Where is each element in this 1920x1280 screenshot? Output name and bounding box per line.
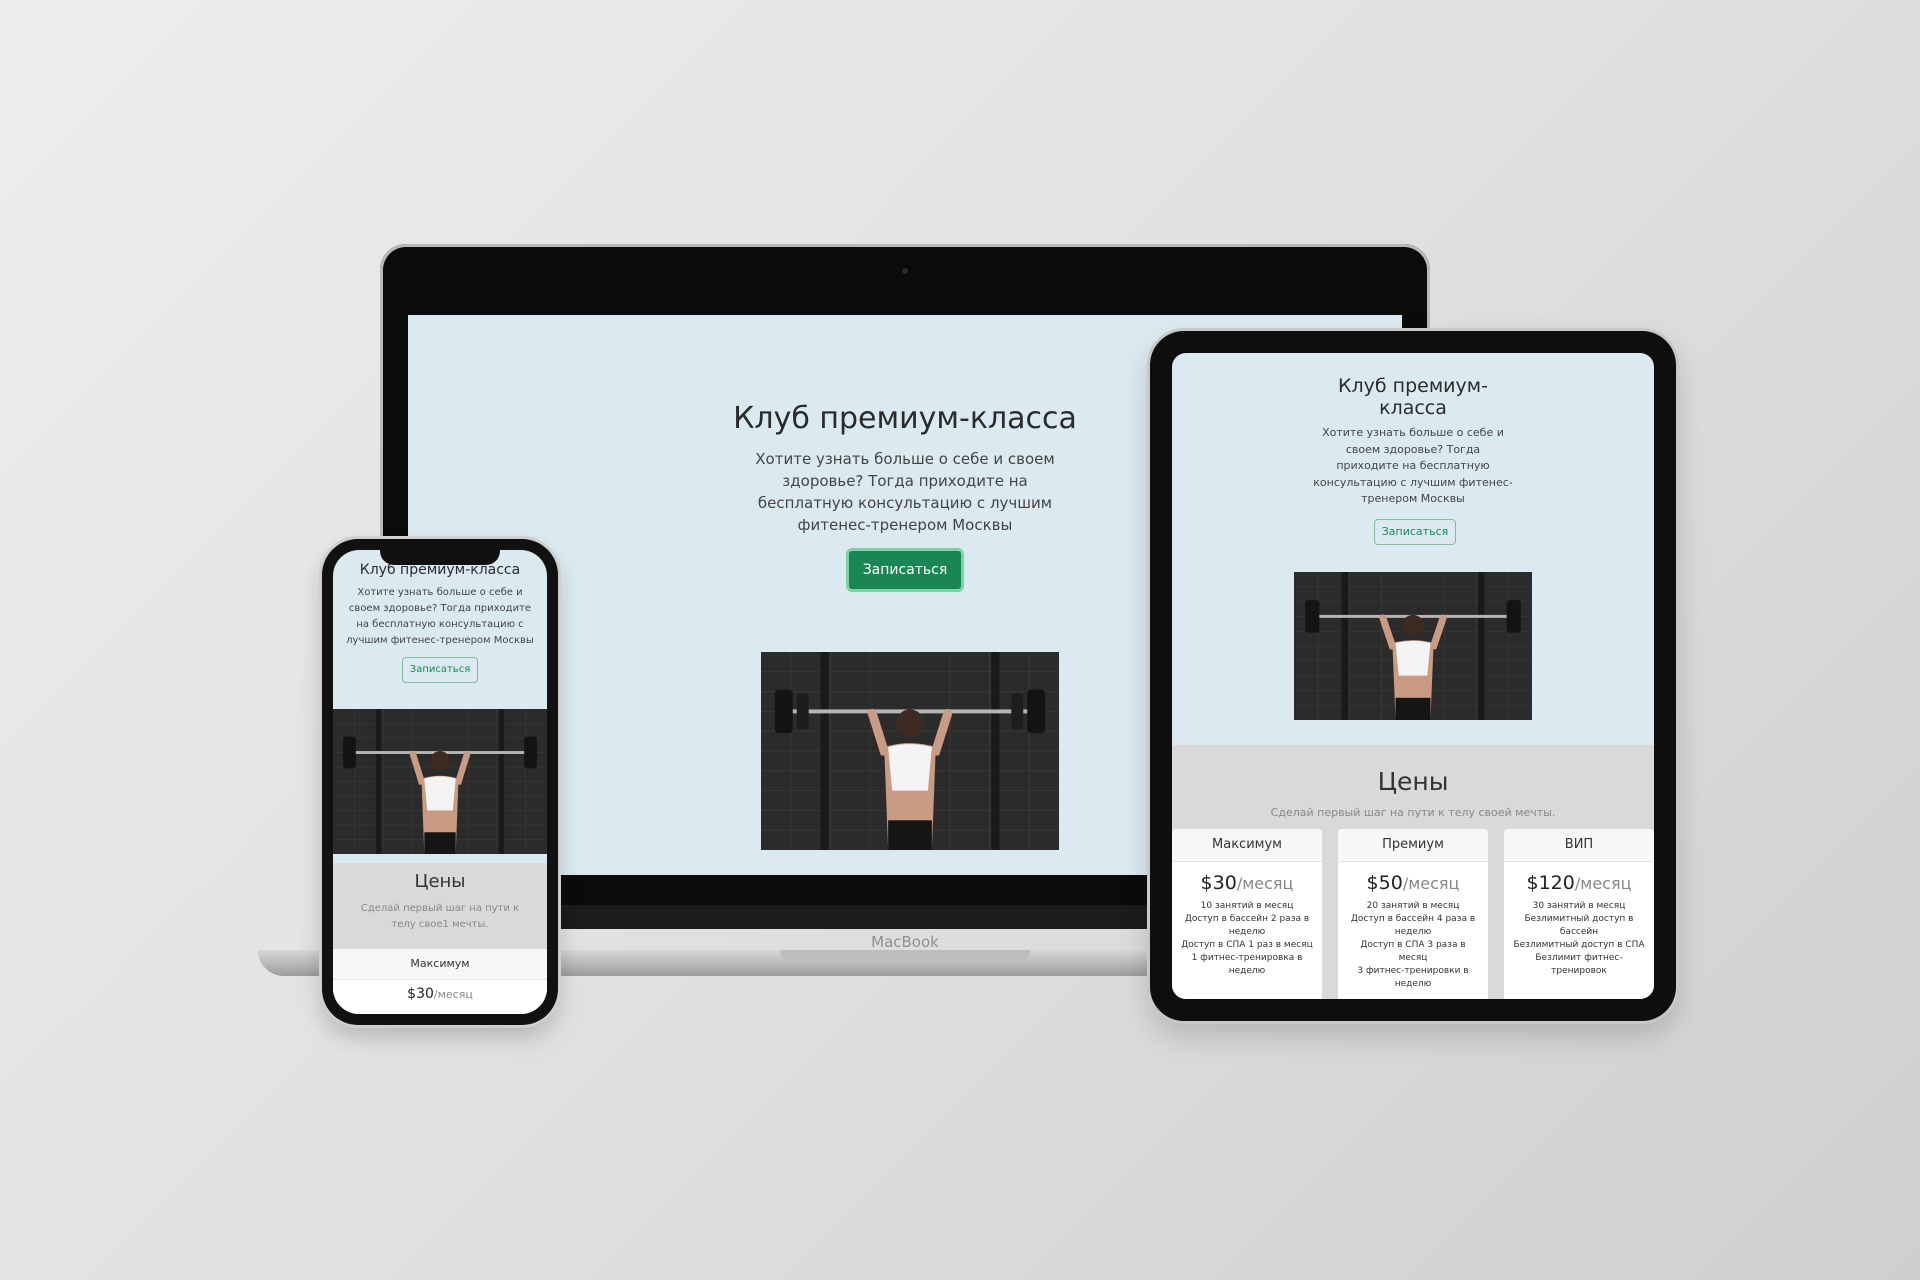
price-unit: /месяц (1574, 874, 1632, 893)
price-card-price: $30/месяц (333, 986, 547, 1002)
price-card-name: Максимум (1172, 829, 1322, 862)
price-card-vip: ВИП $120/месяц 30 занятий в месяц Безлим… (1504, 829, 1654, 999)
price-card-price: $30/месяц (1172, 872, 1322, 894)
feature-item: Безлимит фитнес-тренировок (1535, 953, 1623, 976)
prices-title: Цены (414, 871, 466, 892)
feature-item: Безлимитный доступ в СПА (1513, 940, 1645, 950)
hero-subtitle: Хотите узнать больше о себе и своем здор… (1313, 426, 1513, 505)
hero-title-text: Клуб премиум-класса (1338, 375, 1488, 419)
feature-item: 1 фитнес-тренировка в неделю (1191, 953, 1303, 976)
phone-screen: Клуб премиум-класса Хотите узнать больше… (333, 550, 547, 1014)
prices-subtitle: Сделай первый шаг на пути к телу своей м… (1270, 806, 1556, 819)
price-card-name: Максимум (333, 949, 547, 980)
hero-title: Клуб премиум-класса (1172, 375, 1654, 419)
price-value: $120 (1526, 872, 1575, 894)
price-card-premium: Премиум $50/месяц 20 занятий в месяц Дос… (1338, 829, 1488, 999)
price-unit: /месяц (1402, 874, 1460, 893)
tablet-screen: Клуб премиум-класса Хотите узнать больше… (1172, 353, 1654, 999)
price-value: $30 (407, 986, 434, 1002)
price-card-price: $120/месяц (1504, 872, 1654, 894)
phone-notch (380, 545, 500, 565)
feature-item: 10 занятий в месяц (1200, 901, 1294, 911)
laptop-hinge-notch (780, 950, 1030, 960)
price-unit: /месяц (1236, 874, 1294, 893)
hero-subtitle: Хотите узнать больше о себе и своем здор… (346, 587, 534, 646)
price-card-price: $50/месяц (1338, 872, 1488, 894)
signup-button[interactable]: Записаться (402, 657, 478, 683)
hero-photo (333, 709, 547, 854)
hero-photo (761, 652, 1059, 850)
hero-subtitle: Хотите узнать больше о себе и своем здор… (755, 450, 1055, 534)
price-card-maximum: Максимум $30/месяц 10 занятий в месяц До… (1172, 829, 1322, 999)
feature-item: 30 занятий в месяц (1532, 901, 1626, 911)
feature-item: Доступ в бассейн 4 раза в неделю (1350, 914, 1476, 937)
feature-item: Доступ в СПА 1 раз в месяц (1181, 940, 1313, 950)
laptop-camera (902, 268, 908, 274)
price-card-features: 20 занятий в месяц Доступ в бассейн 4 ра… (1338, 900, 1488, 991)
prices-subtitle: Сделай первый шаг на пути к телу свое1 м… (360, 903, 520, 930)
price-card-name: Премиум (1338, 829, 1488, 862)
price-unit: /месяц (433, 988, 473, 1001)
hero-photo (1294, 572, 1532, 720)
feature-item: 3 фитнес-тренировки в неделю (1357, 966, 1469, 989)
prices-title: Цены (1377, 767, 1449, 796)
feature-item: 20 занятий в месяц (1366, 901, 1460, 911)
feature-item: Доступ в СПА 3 раза в месяц (1360, 940, 1466, 963)
price-card-features: 10 занятий в месяц Доступ в бассейн 2 ра… (1172, 900, 1322, 978)
feature-item: Доступ в бассейн 2 раза в неделю (1184, 914, 1310, 937)
prices-section: Цены Сделай первый шаг на пути к телу св… (333, 863, 547, 1014)
price-card-maximum: Максимум $30/месяц (333, 949, 547, 1014)
price-value: $50 (1366, 872, 1403, 894)
laptop-brand-label: MacBook (871, 933, 939, 951)
prices-section: Цены Сделай первый шаг на пути к телу св… (1172, 745, 1654, 999)
signup-button[interactable]: Записаться (845, 548, 965, 592)
price-card-features: 30 занятий в месяц Безлимитный доступ в … (1504, 900, 1654, 978)
signup-button[interactable]: Записаться (1374, 519, 1456, 545)
feature-item: Безлимитный доступ в бассейн (1524, 914, 1634, 937)
price-card-name: ВИП (1504, 829, 1654, 862)
price-value: $30 (1200, 872, 1237, 894)
